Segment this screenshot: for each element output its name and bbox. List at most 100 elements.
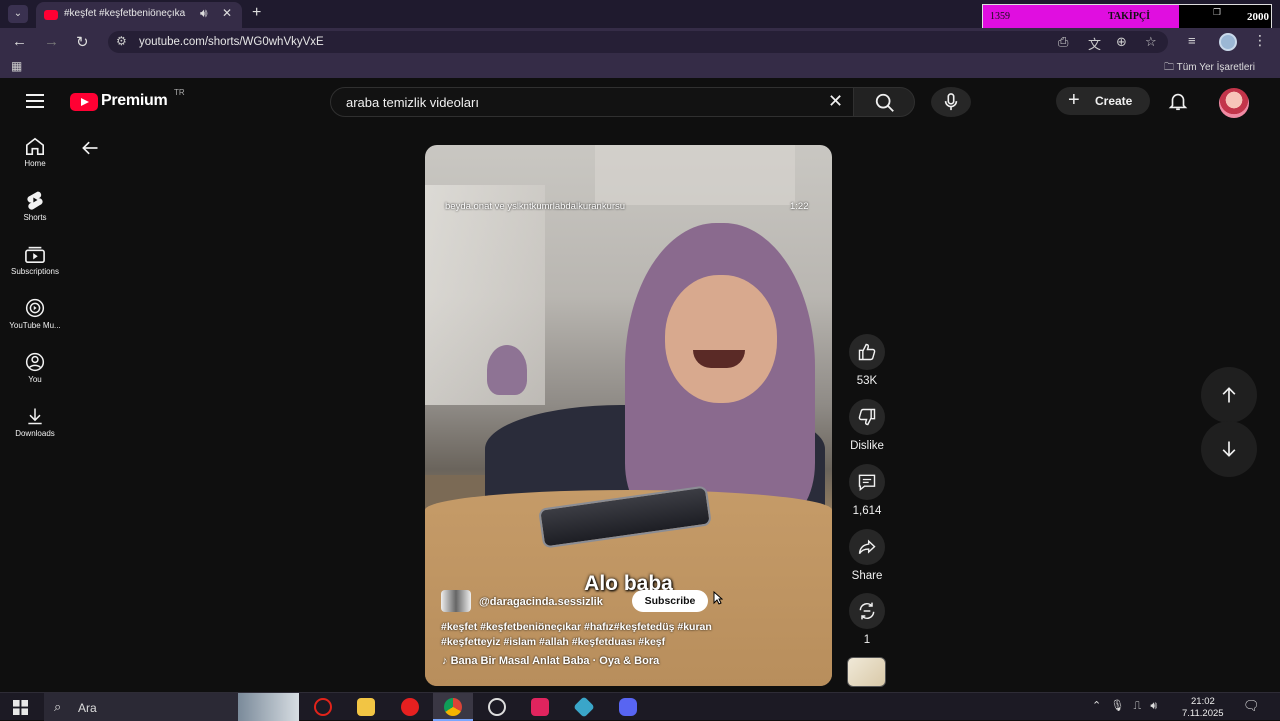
create-button[interactable]: + Create [1056, 87, 1150, 115]
logo-country-code: TR [174, 88, 185, 97]
browser-menu-icon[interactable]: ⋮ [1253, 32, 1267, 49]
nav-downloads-label: Downloads [15, 429, 55, 438]
video-description[interactable]: #keşfet #keşfetbeniöneçıkar #hafız#keşfe… [441, 620, 801, 650]
nav-you[interactable]: You [0, 352, 70, 406]
share-button[interactable]: Share [843, 529, 891, 582]
voice-search-button[interactable] [931, 87, 971, 117]
reload-icon[interactable]: ↻ [76, 33, 89, 51]
follower-progress-widget: 1359 TAKİPÇİ ❐ 2000 [982, 4, 1272, 30]
nav-shorts[interactable]: Shorts [0, 190, 70, 244]
menu-icon[interactable] [26, 94, 44, 112]
sound-thumbnail[interactable] [847, 657, 886, 687]
browser-profile-avatar[interactable] [1219, 33, 1237, 51]
you-icon [25, 352, 45, 372]
previous-video-button[interactable] [1201, 367, 1257, 423]
subscribe-button[interactable]: Subscribe [632, 590, 708, 612]
address-bar[interactable]: ⚙︎ youtube.com/shorts/WG0whVkyVxE ⎙ 文 ⊕ … [108, 31, 1168, 53]
video-overlay-credit: beyda.onat ve yslkntkumrlabdalkurankursu [445, 201, 626, 212]
dislike-label: Dislike [850, 440, 884, 452]
notifications-icon[interactable]: 🗨︎ [1243, 698, 1260, 714]
subscriptions-icon [25, 246, 45, 263]
site-info-icon[interactable]: ⚙︎ [116, 34, 127, 48]
all-bookmarks-folder[interactable]: 🗀︎ Tüm Yer İşaretleri [1164, 60, 1255, 77]
nav-downloads[interactable]: Downloads [0, 406, 70, 460]
speaker-icon[interactable]: 🔊︎ [200, 6, 208, 21]
taskbar-chrome-active[interactable] [433, 693, 473, 721]
remix-button[interactable]: 1 [843, 593, 891, 646]
speedometer-app-icon[interactable] [488, 698, 506, 716]
opera-icon[interactable] [314, 698, 332, 716]
follower-label: TAKİPÇİ [1108, 11, 1151, 22]
clock-time[interactable]: 21:02 [1191, 696, 1215, 707]
pocket-app-icon[interactable] [531, 698, 549, 716]
comments-button[interactable]: 1,614 [843, 464, 891, 517]
browser-toolbar: ← → ↻ ⚙︎ youtube.com/shorts/WG0whVkyVxE … [0, 28, 1280, 56]
share-icon [858, 539, 876, 555]
thumbs-up-icon [858, 343, 876, 361]
search-query-text[interactable]: araba temizlik videoları [346, 95, 479, 110]
music-note-icon: ♪ [442, 655, 448, 667]
system-tray[interactable]: ⌃ 🎙︎ ⎍ 🔊︎ [1092, 699, 1157, 713]
url-text[interactable]: youtube.com/shorts/WG0whVkyVxE [139, 36, 324, 48]
channel-name[interactable]: @daragacinda.sessizlik [479, 596, 603, 608]
like-button[interactable]: 53K [843, 334, 891, 387]
shorts-icon [27, 191, 43, 210]
notifications-bell-icon[interactable] [1167, 90, 1189, 112]
video-caption: Alo baba [584, 572, 673, 595]
logo-text[interactable]: Premium [101, 92, 168, 110]
search-highlight-image [238, 693, 299, 721]
translate-icon[interactable]: 文 [1088, 34, 1101, 53]
youtube-favicon-icon [44, 10, 58, 20]
zoom-icon[interactable]: ⊕ [1116, 34, 1127, 50]
account-avatar[interactable] [1219, 88, 1249, 118]
chrome-icon [444, 698, 462, 716]
remix-count: 1 [863, 634, 871, 646]
download-icon [28, 408, 42, 425]
video-scene-face [665, 275, 777, 403]
video-scene-background-person [487, 345, 527, 395]
youtube-header: Premium TR araba temizlik videoları ✕ + … [0, 78, 1280, 124]
tab-close-icon[interactable]: ✕ [222, 6, 232, 20]
taskbar-search-box[interactable]: ⌕ Ara [44, 693, 299, 721]
back-arrow-icon[interactable] [80, 138, 100, 158]
clear-search-icon[interactable]: ✕ [828, 91, 843, 112]
comment-icon [858, 474, 876, 491]
nav-youtube-music[interactable]: YouTube Mu... [0, 298, 70, 352]
dropbox-app-icon[interactable] [573, 696, 595, 718]
youtube-logo-icon[interactable] [70, 93, 98, 111]
back-icon[interactable]: ← [12, 33, 27, 50]
bookmark-star-icon[interactable]: ☆ [1145, 34, 1157, 50]
next-video-button[interactable] [1201, 421, 1257, 477]
nav-subscriptions[interactable]: Subscriptions [0, 244, 70, 298]
share-label: Share [851, 570, 883, 582]
apps-grid-icon[interactable]: ▦ [11, 59, 22, 73]
search-icon [875, 93, 894, 112]
discord-icon[interactable] [619, 698, 637, 716]
media-player-icon[interactable] [401, 698, 419, 716]
install-app-icon[interactable]: ⎙ [1058, 34, 1068, 50]
active-tab[interactable]: #keşfet #keşfetbeniöneçıka 🔊︎ ✕ [36, 2, 242, 28]
clock-date[interactable]: 7.11.2025 [1182, 708, 1224, 719]
search-input[interactable]: araba temizlik videoları ✕ [330, 87, 854, 117]
music-title: Bana Bir Masal Anlat Baba · Oya & Bora [450, 655, 660, 667]
windows-start-icon[interactable] [13, 700, 28, 715]
windows-taskbar: ⌕ Ara ⌃ 🎙︎ ⎍ 🔊︎ 21:02 7.11.2025 🗨︎ [0, 692, 1280, 721]
reading-list-icon[interactable]: ≡ [1188, 33, 1196, 48]
dislike-button[interactable]: Dislike [843, 399, 891, 452]
tab-search-button[interactable]: ⌄ [8, 5, 28, 23]
hashtags-line-1: #keşfet #keşfetbeniöneçıkar #hafız#keşfe… [441, 621, 712, 633]
shorts-video-player[interactable]: beyda.onat ve yslkntkumrlabdalkurankursu… [425, 145, 832, 686]
home-icon [26, 137, 44, 155]
restore-window-icon[interactable]: ❐ [1213, 7, 1221, 18]
channel-avatar[interactable] [441, 590, 471, 612]
browser-tab-bar: ⌄ #keşfet #keşfetbeniöneçıka 🔊︎ ✕ + 1359… [0, 0, 1280, 30]
nav-youtube-music-label: YouTube Mu... [9, 321, 61, 330]
nav-home[interactable]: Home [0, 136, 70, 190]
thumbs-down-icon [858, 408, 876, 426]
music-link[interactable]: ♪ Bana Bir Masal Anlat Baba · Oya & Bora [442, 655, 659, 667]
file-explorer-icon[interactable] [357, 698, 375, 716]
forward-icon[interactable]: → [44, 33, 59, 50]
new-tab-button[interactable]: + [252, 4, 261, 22]
search-button[interactable] [853, 87, 915, 117]
all-bookmarks-label: Tüm Yer İşaretleri [1176, 62, 1255, 73]
